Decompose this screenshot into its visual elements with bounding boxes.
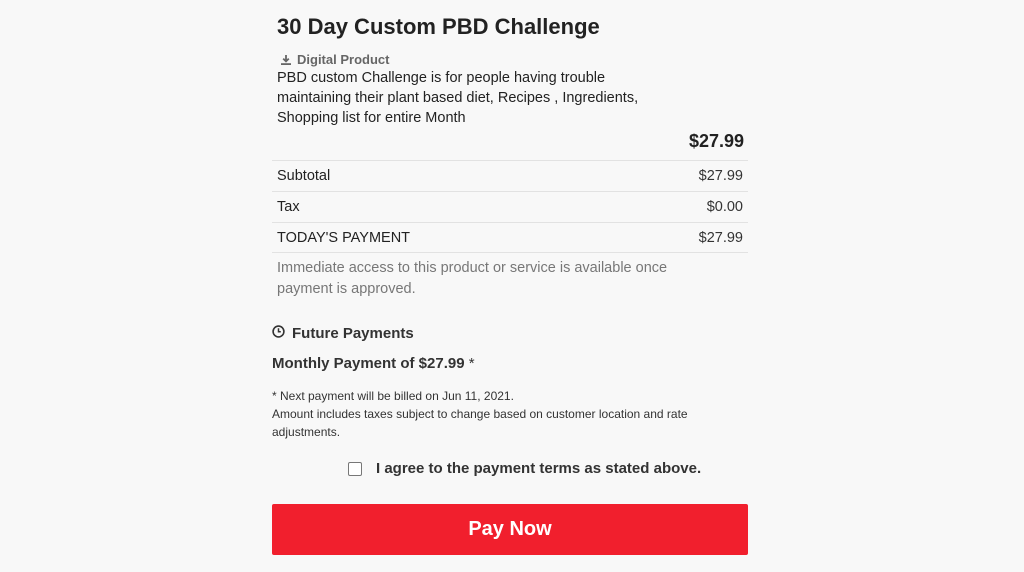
- tax-label: Tax: [277, 199, 300, 215]
- agree-terms-checkbox[interactable]: [348, 461, 362, 476]
- monthly-payment-asterisk: *: [464, 355, 475, 372]
- tax-value: $0.00: [706, 199, 743, 215]
- product-description: PBD custom Challenge is for people havin…: [277, 70, 639, 126]
- todays-payment-value: $27.99: [698, 229, 743, 246]
- monthly-payment-label: Monthly Payment of $27.99: [272, 355, 465, 372]
- product-type-label: Digital Product: [297, 52, 390, 67]
- download-icon: [280, 54, 292, 66]
- payment-notes: * Next payment will be billed on Jun 11,…: [272, 387, 742, 441]
- clock-icon: [272, 325, 285, 342]
- order-summary: Subtotal $27.99 Tax $0.00 TODAY'S PAYMEN…: [272, 160, 748, 253]
- agree-terms-label: I agree to the payment terms as stated a…: [376, 460, 702, 477]
- product-price: $27.99: [688, 131, 744, 151]
- product-title: 30 Day Custom PBD Challenge: [277, 14, 600, 39]
- subtotal-label: Subtotal: [277, 168, 331, 184]
- product-type: Digital Product: [280, 52, 389, 67]
- future-payments-label: Future Payments: [292, 325, 414, 342]
- subtotal-row: Subtotal $27.99: [272, 160, 748, 191]
- monthly-payment: Monthly Payment of $27.99 *: [272, 355, 475, 372]
- future-payments-heading: Future Payments: [272, 325, 414, 342]
- todays-payment-label: TODAY'S PAYMENT: [277, 229, 411, 246]
- subtotal-value: $27.99: [698, 168, 743, 184]
- agree-terms[interactable]: I agree to the payment terms as stated a…: [348, 460, 701, 477]
- todays-payment-row: TODAY'S PAYMENT $27.99: [272, 222, 748, 253]
- tax-row: Tax $0.00: [272, 191, 748, 222]
- tax-change-note: Amount includes taxes subject to change …: [272, 407, 688, 439]
- next-payment-note: * Next payment will be billed on Jun 11,…: [272, 389, 514, 403]
- pay-now-button[interactable]: Pay Now: [272, 504, 748, 555]
- checkout-panel: 30 Day Custom PBD Challenge Digital Prod…: [272, 0, 748, 572]
- access-note: Immediate access to this product or serv…: [277, 260, 668, 297]
